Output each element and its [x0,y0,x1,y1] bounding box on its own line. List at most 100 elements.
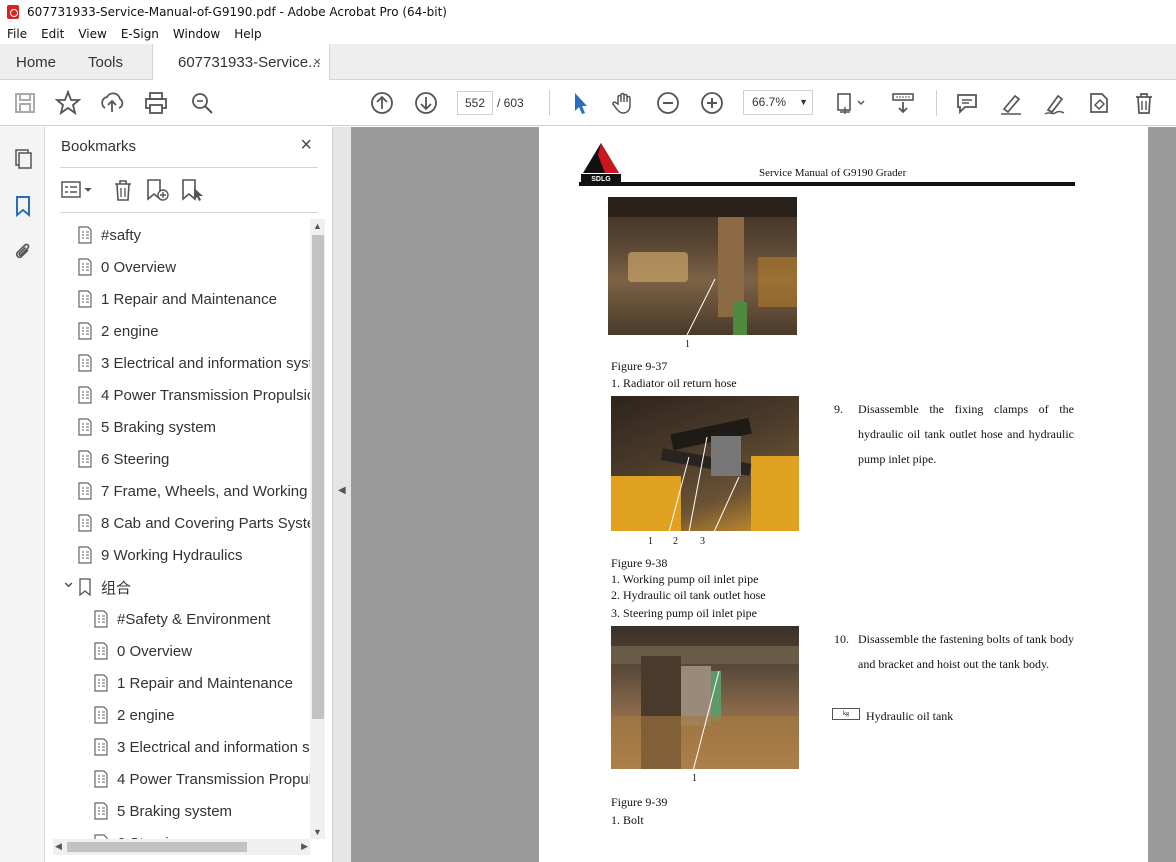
menu-file[interactable]: File [7,27,27,41]
close-icon[interactable]: × [300,135,312,155]
page-down-icon[interactable] [413,90,439,116]
scroll-mode-icon[interactable] [890,90,916,116]
save-icon[interactable] [12,90,38,116]
step-number: 10. [834,632,849,646]
select-cursor-icon[interactable] [567,90,593,116]
bookmark-item[interactable]: 1 Repair and Maintenance [59,283,310,315]
toolbar-divider [936,90,937,116]
bookmark-label: 1 Repair and Maintenance [117,674,293,692]
close-tab-icon[interactable]: × [313,54,321,69]
panel-collapse-handle[interactable]: ◀ [333,127,351,862]
bookmark-page-icon [94,610,108,628]
zoom-value: 66.7% [752,95,787,109]
bookmark-from-selection-icon[interactable] [180,178,206,202]
tab-row: Home Tools 607731933-Service... × [0,44,1176,81]
bookmark-page-icon [78,290,92,308]
scrollbar-thumb[interactable] [67,842,247,852]
bookmark-item[interactable]: 1 Repair and Maintenance [59,667,310,699]
scroll-up-icon[interactable]: ▲ [313,221,322,231]
bookmark-item[interactable]: 5 Braking system [59,411,310,443]
menu-esign[interactable]: E-Sign [121,27,159,41]
bookmark-item[interactable]: 4 Power Transmission Propul [59,763,310,795]
menu-edit[interactable]: Edit [41,27,64,41]
delete-bookmark-icon[interactable] [112,178,134,202]
callout-line [686,278,716,336]
share-icon[interactable] [99,90,125,116]
callout-lines [668,436,740,533]
bookmark-label: 5 Braking system [117,802,233,820]
page-fit-icon[interactable] [834,90,868,116]
sdlg-logo: SDLG [581,143,621,183]
document-viewer[interactable]: SDLG Service Manual of G9190 Grader 1 Fi… [351,127,1176,862]
bookmarks-title: Bookmarks [61,138,137,155]
tab-tools[interactable]: Tools [88,44,123,80]
comment-icon[interactable] [954,90,980,116]
figure-callout: 1 [692,773,697,784]
bookmark-item[interactable]: 6 Steering [59,443,310,475]
bookmark-icon[interactable] [11,194,35,218]
bookmark-label: 2 engine [101,322,159,340]
send-icon[interactable] [1086,90,1112,116]
scrollbar-thumb[interactable] [312,235,324,719]
star-icon[interactable] [55,90,81,116]
highlight-icon[interactable] [998,90,1024,116]
bookmark-page-icon [94,738,108,756]
new-bookmark-icon[interactable] [145,178,171,202]
bookmark-list: #safty 0 Overview 1 Repair and Maintenance… [59,219,310,839]
bookmark-item[interactable]: 9 Working Hydraulics [59,539,310,571]
zoom-out-icon[interactable] [655,90,681,116]
scroll-down-icon[interactable]: ▼ [313,827,322,837]
bookmark-label: 5 Braking system [101,418,217,436]
divider [60,212,318,213]
bookmark-item[interactable]: 3 Electrical and information s [59,731,310,763]
step-text: Disassemble the fixing clamps of the hyd… [858,402,1074,466]
delete-icon[interactable] [1131,90,1157,116]
tab-home[interactable]: Home [16,44,56,80]
bookmark-item[interactable]: #safty [59,219,310,251]
bookmark-page-icon [78,418,92,436]
scroll-right-icon[interactable]: ▶ [301,841,308,852]
tab-document[interactable]: 607731933-Service... × [152,44,330,81]
zoom-search-icon[interactable] [189,90,215,116]
menu-view[interactable]: View [78,27,106,41]
bookmark-label: 2 engine [117,706,175,724]
page-number-input[interactable]: 552 [457,91,493,115]
figure-legend-item: 1. Working pump oil inlet pipe [611,572,759,586]
zoom-in-icon[interactable] [699,90,725,116]
menu-window[interactable]: Window [173,27,220,41]
bookmark-item[interactable]: 2 engine [59,315,310,347]
title-bar: 607731933-Service-Manual-of-G9190.pdf - … [0,0,1176,24]
options-menu-icon[interactable] [60,179,96,201]
bookmark-item[interactable]: 4 Power Transmission Propulsio [59,379,310,411]
callout-line [692,670,720,772]
bookmark-item[interactable]: 3 Electrical and information syst [59,347,310,379]
bookmark-item[interactable]: 6 Steering [59,827,310,839]
bookmark-item[interactable]: 0 Overview [59,251,310,283]
scroll-left-icon[interactable]: ◀ [55,841,62,852]
bookmark-item[interactable]: 0 Overview [59,635,310,667]
bookmarks-vertical-scrollbar[interactable]: ▲ ▼ [310,219,325,839]
pages-thumbnail-icon[interactable] [11,147,35,171]
bookmark-page-icon [94,770,108,788]
figure-callout: 2 [673,536,678,547]
bookmark-item[interactable]: 7 Frame, Wheels, and Working D [59,475,310,507]
chevron-down-icon[interactable]: ⌄ [61,571,76,592]
bookmark-page-icon [78,354,92,372]
bookmarks-horizontal-scrollbar[interactable]: ◀ ▶ [53,839,310,855]
step-10: 10. Disassemble the fastening bolts of t… [834,627,1074,707]
hand-icon[interactable] [611,90,637,116]
toolbar-divider [549,90,550,116]
bookmark-item[interactable]: 8 Cab and Covering Parts Syster [59,507,310,539]
bookmark-label: 8 Cab and Covering Parts Syster [101,514,310,532]
menu-help[interactable]: Help [234,27,261,41]
figure-caption: Figure 9-38 [611,556,668,570]
bookmark-item[interactable]: 2 engine [59,699,310,731]
sign-icon[interactable] [1042,90,1068,116]
attachment-icon[interactable] [11,240,35,264]
bookmark-item[interactable]: #Safety & Environment [59,603,310,635]
bookmark-item[interactable]: 5 Braking system [59,795,310,827]
print-icon[interactable] [143,90,169,116]
zoom-select[interactable]: 66.7% ▼ [743,90,813,115]
bookmark-item[interactable]: ⌄ 组合 [59,571,310,603]
page-up-icon[interactable] [369,90,395,116]
